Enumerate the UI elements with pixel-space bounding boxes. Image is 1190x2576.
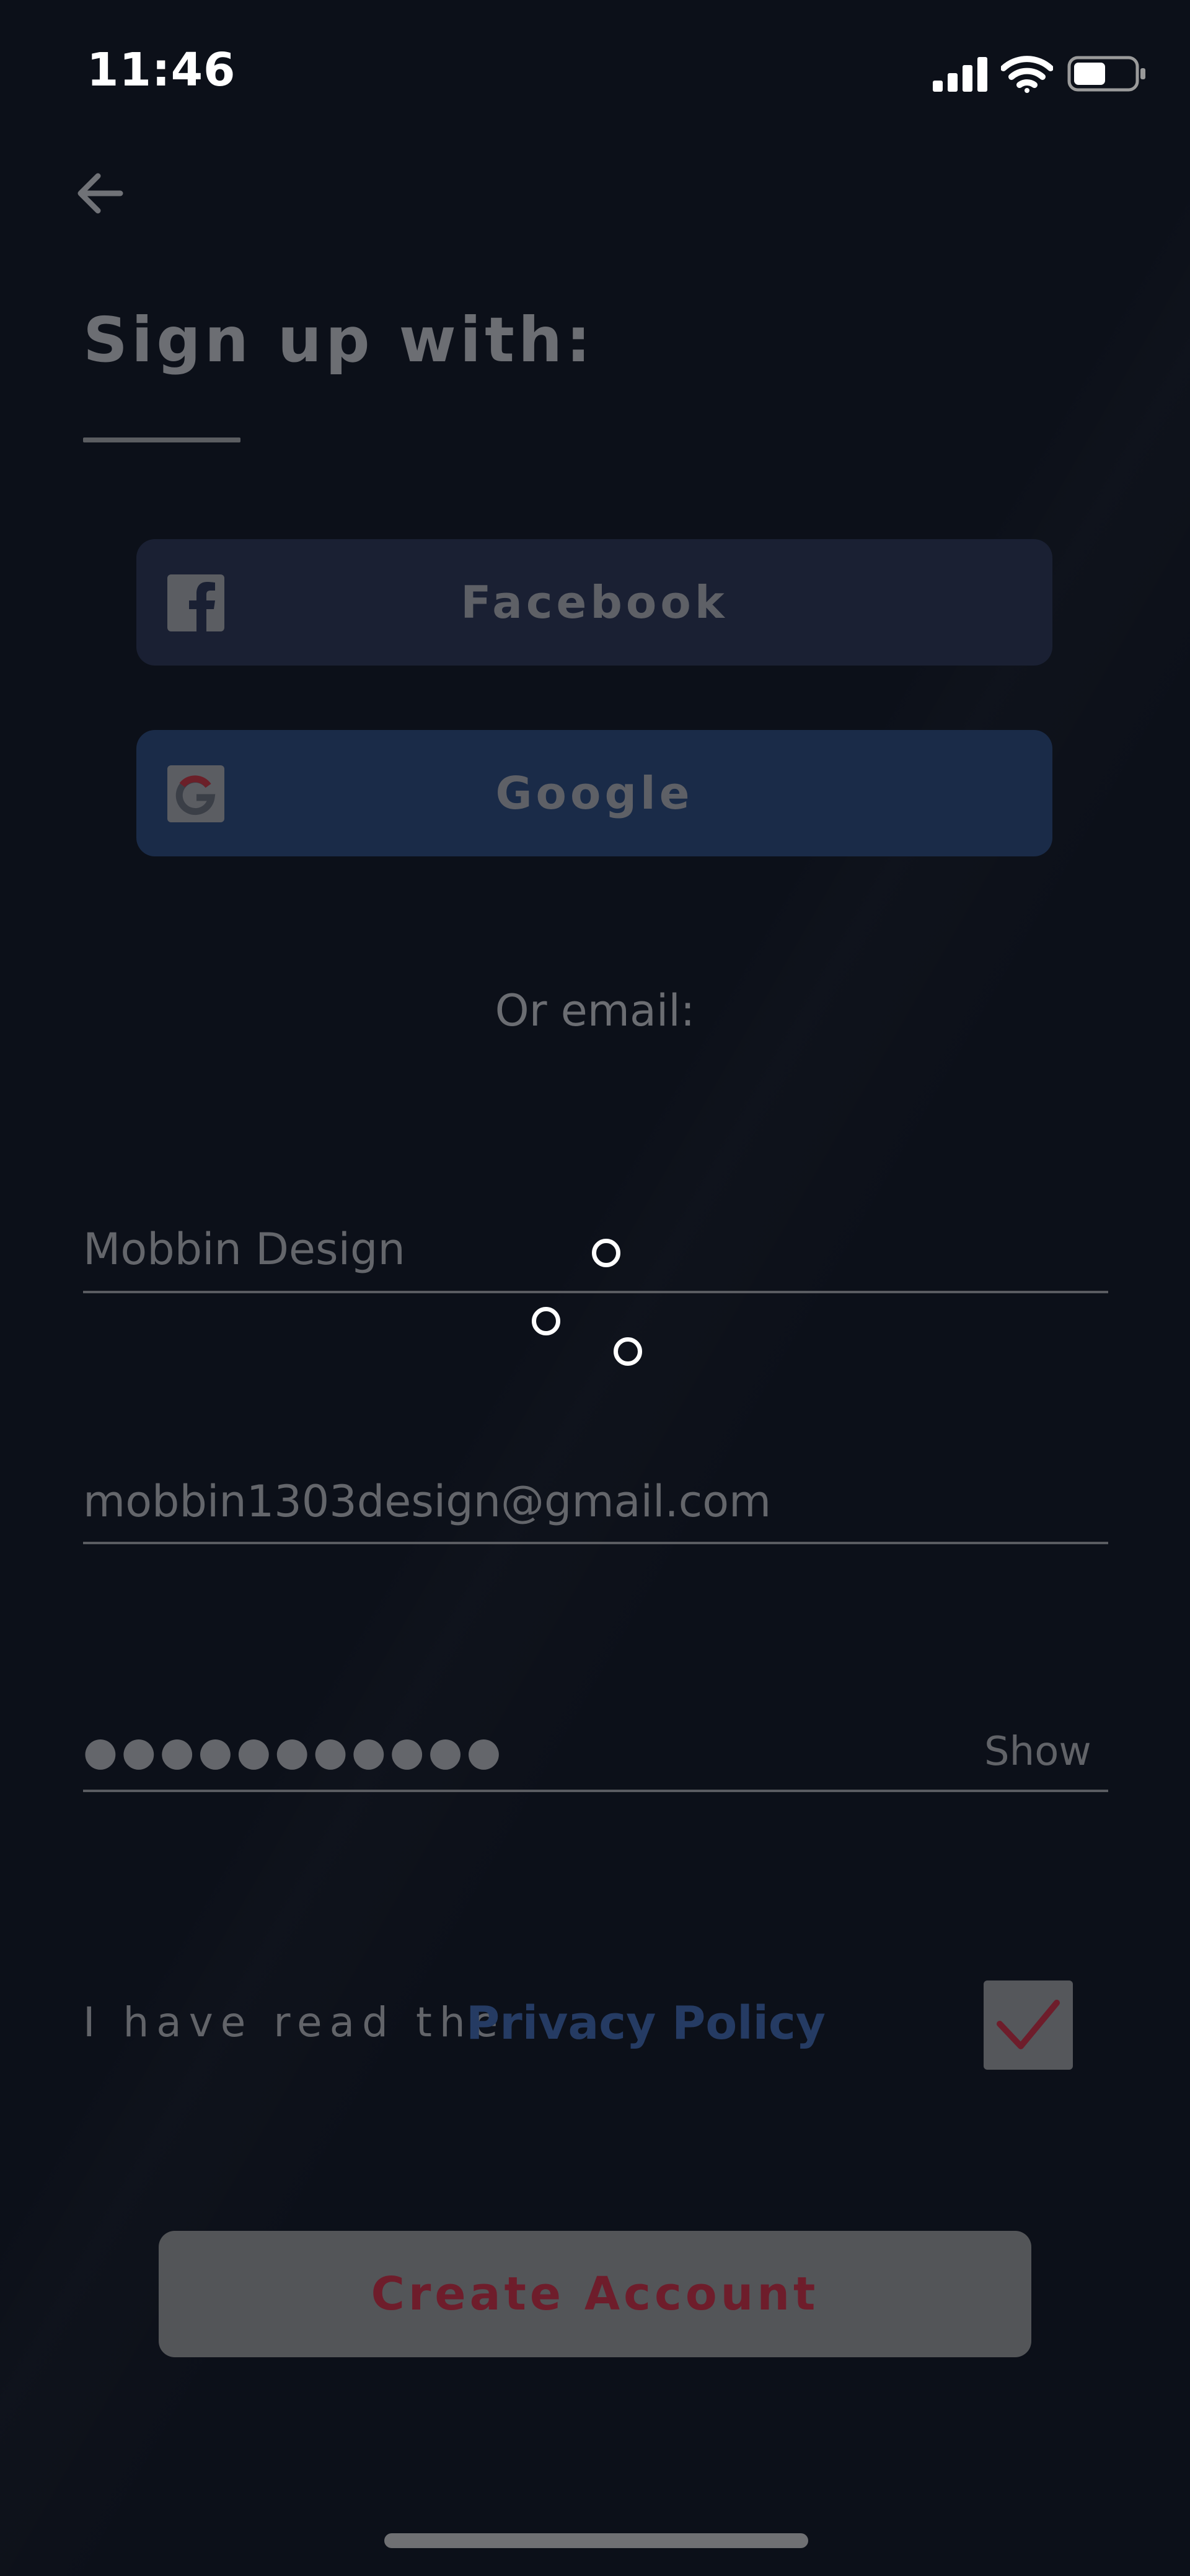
cellular-signal-icon bbox=[933, 57, 987, 92]
privacy-prefix: I have read the bbox=[83, 1998, 506, 2046]
touch-indicator bbox=[614, 1337, 642, 1366]
back-arrow-icon[interactable] bbox=[68, 162, 130, 224]
create-account-label: Create Account bbox=[371, 2267, 819, 2321]
privacy-checkbox[interactable] bbox=[984, 1980, 1073, 2070]
home-indicator bbox=[384, 2533, 808, 2548]
show-password-button[interactable]: Show bbox=[984, 1729, 1091, 1775]
privacy-policy-link[interactable]: Privacy Policy bbox=[466, 1997, 826, 2050]
title-underline bbox=[83, 437, 240, 442]
page-title: Sign up with: bbox=[83, 304, 595, 376]
password-input[interactable]: ●●●●●●●●●●● bbox=[83, 1729, 505, 1775]
email-input[interactable]: mobbin1303design@gmail.com bbox=[83, 1476, 771, 1527]
name-input[interactable]: Mobbin Design bbox=[83, 1224, 405, 1275]
wifi-icon bbox=[1001, 56, 1053, 93]
password-input-underline bbox=[83, 1790, 1108, 1792]
checkmark-icon bbox=[997, 2000, 1060, 2049]
email-input-underline bbox=[83, 1542, 1108, 1544]
facebook-signup-button[interactable]: Facebook bbox=[136, 539, 1052, 666]
facebook-icon bbox=[167, 574, 224, 631]
touch-indicator bbox=[592, 1239, 620, 1267]
or-email-divider: Or email: bbox=[495, 985, 695, 1036]
touch-indicator bbox=[532, 1307, 560, 1335]
name-input-underline bbox=[83, 1291, 1108, 1293]
facebook-label: Facebook bbox=[461, 576, 728, 628]
battery-icon bbox=[1067, 56, 1145, 92]
google-icon bbox=[167, 765, 224, 822]
background-sheen bbox=[0, 0, 1190, 2576]
google-label: Google bbox=[495, 767, 694, 819]
google-signup-button[interactable]: Google bbox=[136, 730, 1052, 856]
create-account-button[interactable]: Create Account bbox=[159, 2231, 1031, 2357]
status-time: 11:46 bbox=[87, 43, 236, 97]
